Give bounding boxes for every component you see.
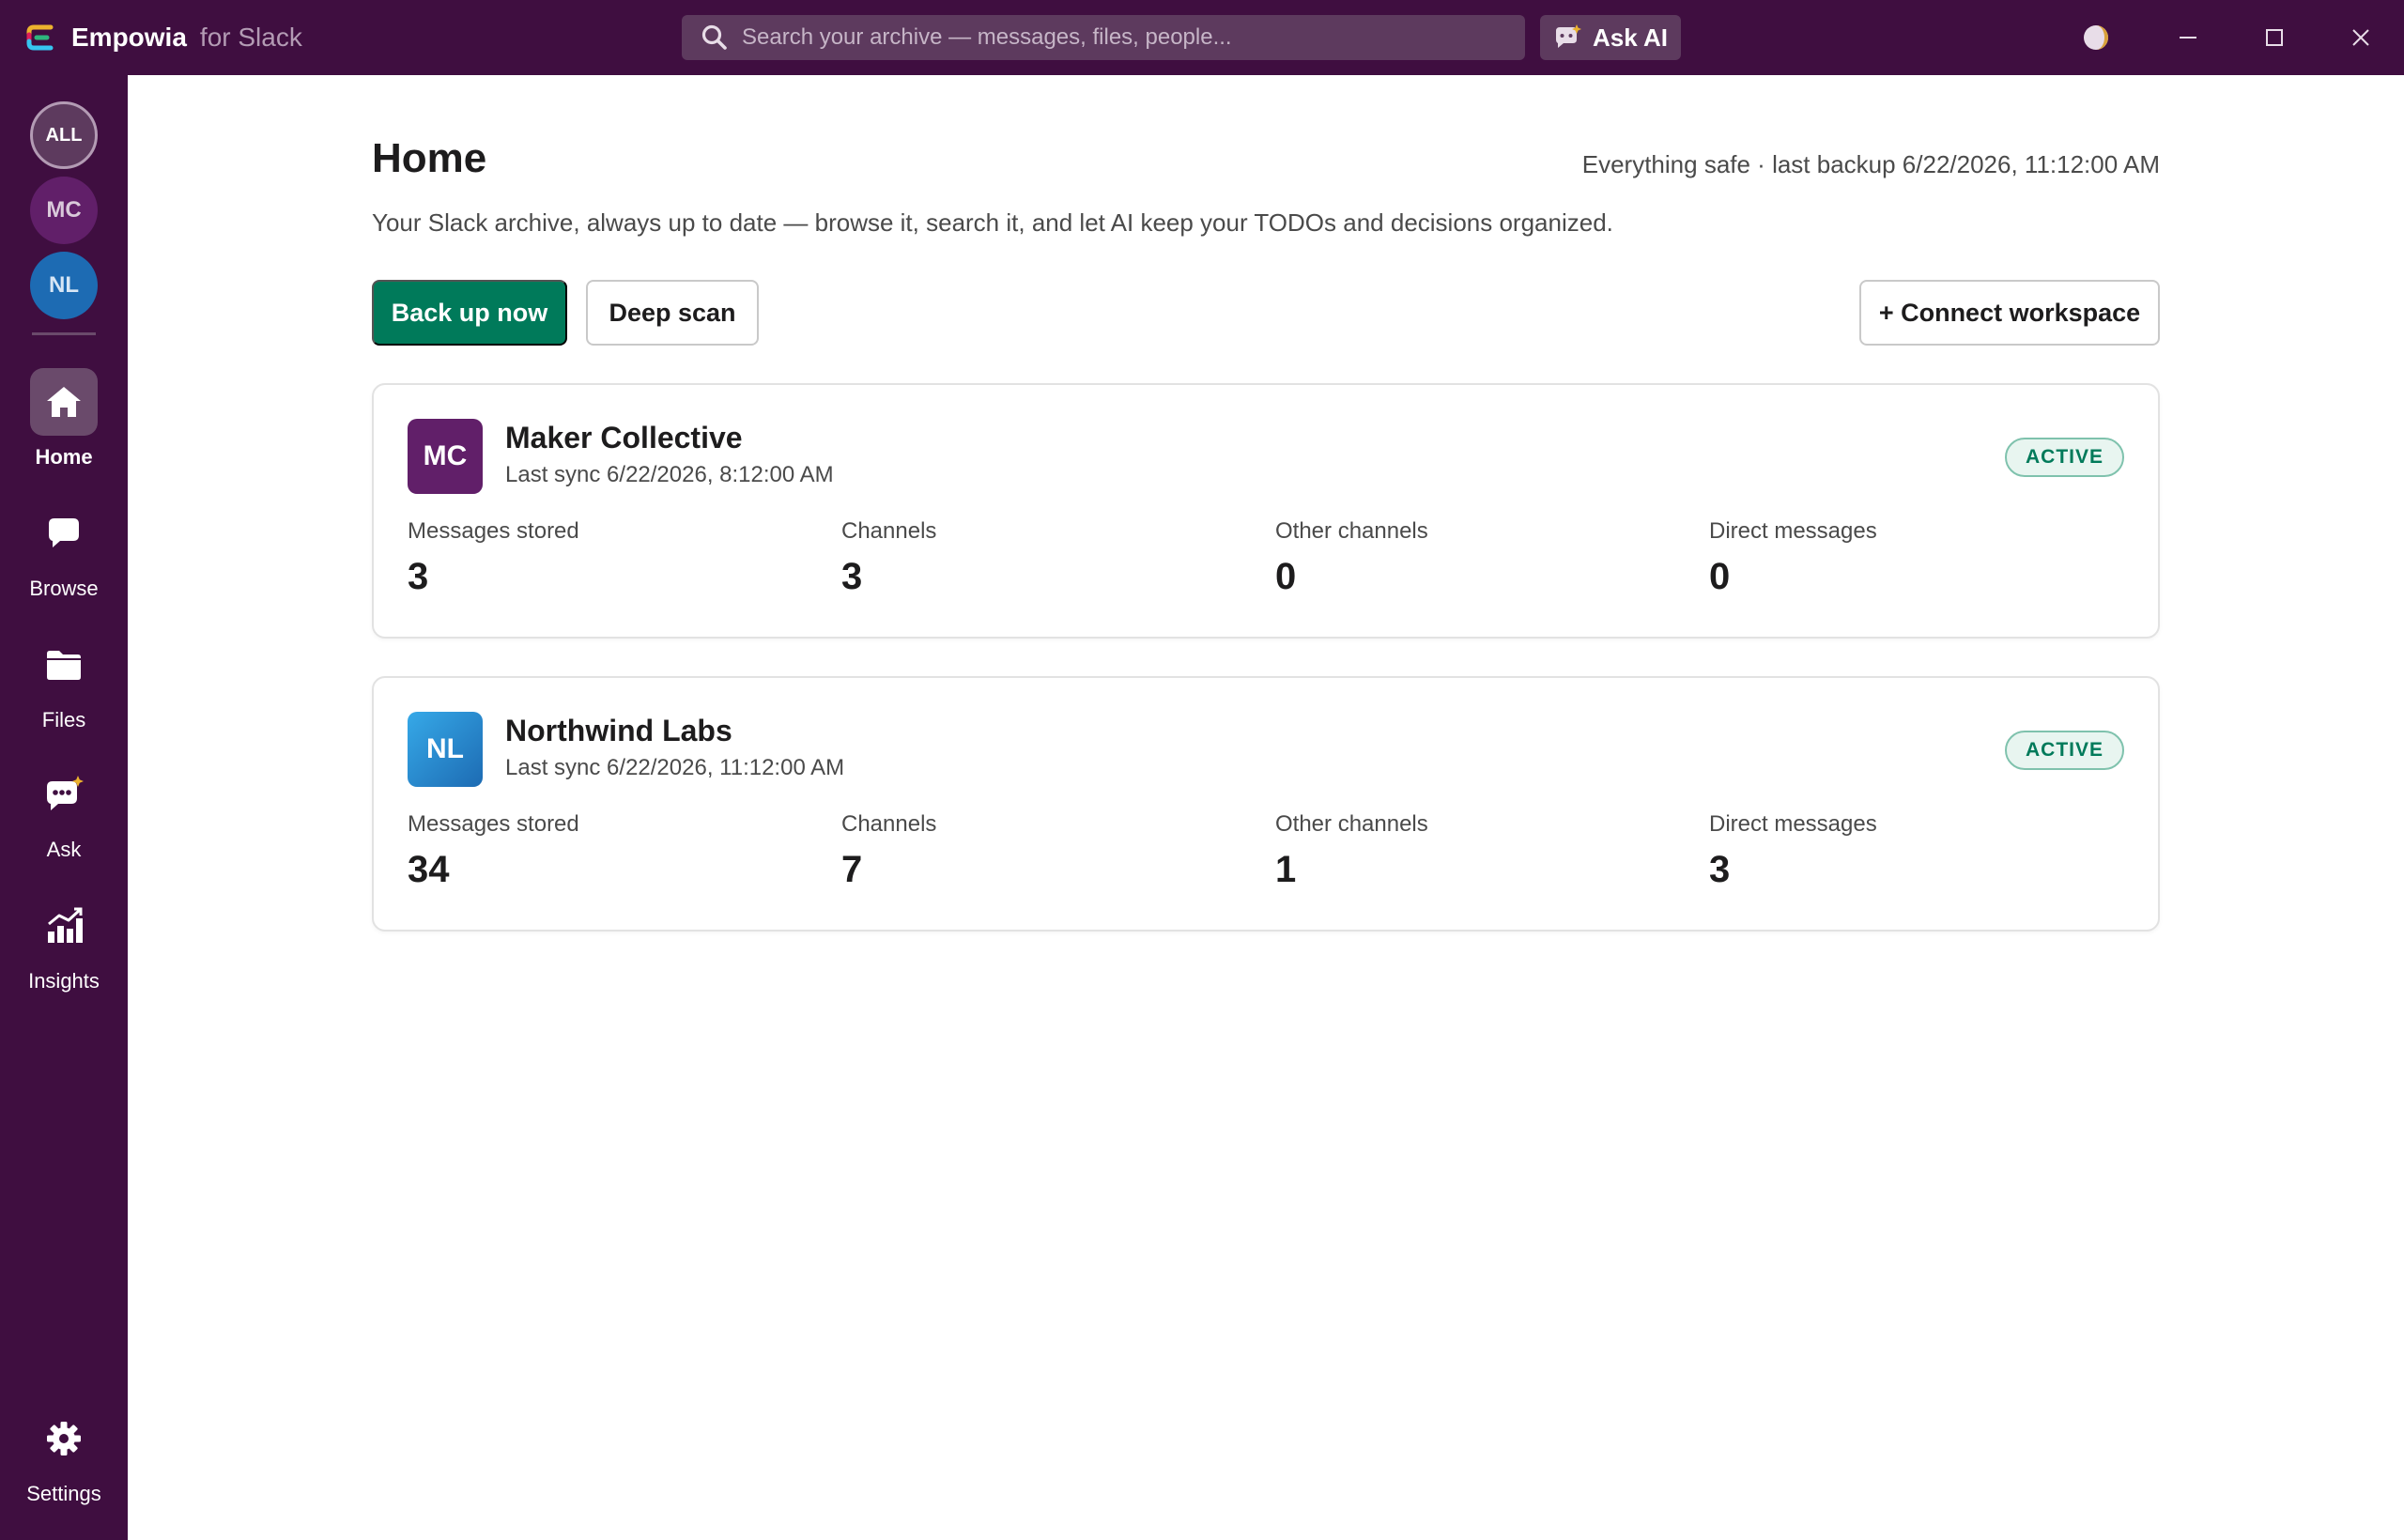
backup-status: Everything safe · last backup 6/22/2026,… bbox=[1581, 150, 2160, 178]
status-badge: ACTIVE bbox=[2004, 731, 2124, 770]
stat-other-channels: Other channels 1 bbox=[1275, 811, 1428, 891]
stat-label: Channels bbox=[841, 811, 937, 837]
connect-workspace-button[interactable]: + Connect workspace bbox=[1859, 280, 2160, 346]
nav-ask-label: Ask bbox=[46, 838, 82, 861]
stat-label: Messages stored bbox=[408, 518, 579, 544]
home-icon bbox=[47, 387, 81, 417]
nav-home-icon-wrap bbox=[30, 368, 98, 436]
nav-settings-icon-wrap bbox=[30, 1405, 98, 1472]
app-subtitle: for Slack bbox=[199, 23, 302, 52]
stat-value: 7 bbox=[841, 849, 863, 890]
nav-home-label: Home bbox=[35, 445, 93, 469]
stat-value: 0 bbox=[1709, 556, 1731, 597]
ask-ai-button[interactable]: Ask AI bbox=[1540, 15, 1681, 60]
brand: Empowia for Slack bbox=[24, 0, 302, 75]
workspace-avatar: MC bbox=[408, 419, 483, 494]
stat-value: 1 bbox=[1275, 849, 1297, 890]
stat-value: 3 bbox=[1709, 849, 1731, 890]
workspace-nl-label: NL bbox=[49, 272, 79, 298]
stat-value: 3 bbox=[841, 556, 863, 597]
empowia-logo-icon bbox=[26, 24, 54, 51]
title-bar: Empowia for Slack Ask AI bbox=[0, 0, 2404, 75]
nav-insights-label: Insights bbox=[28, 969, 100, 993]
workspace-card-maker-collective[interactable]: MC Maker Collective Last sync 6/22/2026,… bbox=[372, 383, 2160, 639]
stat-channels: Channels 7 bbox=[841, 811, 936, 891]
nav-insights[interactable]: Insights bbox=[0, 892, 128, 993]
chat-bubble-icon bbox=[49, 518, 79, 547]
close-button[interactable] bbox=[2342, 19, 2380, 56]
nav-settings-label: Settings bbox=[26, 1482, 101, 1505]
nav-settings[interactable]: Settings bbox=[0, 1405, 128, 1506]
app-name: Empowia bbox=[71, 23, 187, 52]
workspace-mc-label: MC bbox=[46, 197, 82, 223]
nav-files-label: Files bbox=[41, 708, 86, 732]
maximize-button[interactable] bbox=[2256, 19, 2293, 56]
stat-direct-messages: Direct messages 0 bbox=[1709, 518, 1877, 598]
page-subtitle: Your Slack archive, always up to date — … bbox=[372, 208, 1613, 237]
back-up-now-button[interactable]: Back up now bbox=[372, 280, 567, 346]
nav-browse-icon-wrap bbox=[30, 500, 98, 567]
nav-files[interactable]: Files bbox=[0, 631, 128, 732]
theme-toggle-icon[interactable] bbox=[2081, 23, 2111, 53]
workspace-avatar: NL bbox=[408, 712, 483, 787]
stat-value: 34 bbox=[408, 849, 450, 890]
nav-browse-label: Browse bbox=[29, 577, 99, 600]
status-badge: ACTIVE bbox=[2004, 438, 2124, 477]
ai-chat-icon bbox=[1556, 24, 1582, 48]
maximize-icon bbox=[2266, 29, 2283, 46]
workspace-all-avatar[interactable]: ALL bbox=[30, 101, 98, 169]
nav-home[interactable]: Home bbox=[0, 368, 128, 470]
stat-other-channels: Other channels 0 bbox=[1275, 518, 1428, 598]
workspace-mc-avatar[interactable]: MC bbox=[30, 177, 98, 244]
minimize-button[interactable] bbox=[2169, 19, 2207, 56]
nav-insights-icon-wrap bbox=[30, 892, 98, 960]
ask-ai-label: Ask AI bbox=[1593, 23, 1668, 52]
rail-divider bbox=[32, 332, 96, 335]
stat-direct-messages: Direct messages 3 bbox=[1709, 811, 1877, 891]
stat-label: Channels bbox=[841, 518, 937, 544]
page-title: Home bbox=[372, 135, 487, 181]
workspace-initials: MC bbox=[423, 440, 468, 471]
workspace-initials: NL bbox=[426, 733, 464, 764]
stat-messages: Messages stored 34 bbox=[408, 811, 579, 891]
workspace-all-label: ALL bbox=[45, 124, 83, 146]
stat-value: 3 bbox=[408, 556, 429, 597]
nav-ask[interactable]: Ask bbox=[0, 761, 128, 862]
stat-label: Messages stored bbox=[408, 811, 579, 837]
stat-label: Other channels bbox=[1275, 518, 1428, 544]
workspace-last-sync: Last sync 6/22/2026, 8:12:00 AM bbox=[505, 462, 834, 487]
left-rail: ALL MC NL Home Browse Files Ask Insights… bbox=[0, 75, 128, 1540]
stat-channels: Channels 3 bbox=[841, 518, 936, 598]
nav-ask-icon-wrap bbox=[30, 761, 98, 828]
stat-value: 0 bbox=[1275, 556, 1297, 597]
chart-icon bbox=[48, 907, 83, 943]
search-bar[interactable] bbox=[682, 15, 1525, 60]
close-icon bbox=[2352, 29, 2369, 46]
workspace-card-northwind-labs[interactable]: NL Northwind Labs Last sync 6/22/2026, 1… bbox=[372, 676, 2160, 932]
workspace-nl-avatar[interactable]: NL bbox=[30, 252, 98, 319]
nav-files-icon-wrap bbox=[30, 631, 98, 699]
ai-chat-icon bbox=[47, 776, 84, 810]
stat-label: Other channels bbox=[1275, 811, 1428, 837]
workspace-name: Northwind Labs bbox=[505, 714, 732, 747]
deep-scan-button[interactable]: Deep scan bbox=[586, 280, 759, 346]
search-input[interactable] bbox=[742, 24, 1493, 51]
search-icon bbox=[701, 24, 727, 50]
minimize-icon bbox=[2180, 37, 2196, 38]
workspace-name: Maker Collective bbox=[505, 421, 743, 454]
workspace-last-sync: Last sync 6/22/2026, 11:12:00 AM bbox=[505, 755, 845, 780]
stat-label: Direct messages bbox=[1709, 518, 1877, 544]
nav-browse[interactable]: Browse bbox=[0, 500, 128, 601]
folder-icon bbox=[47, 651, 81, 680]
stat-label: Direct messages bbox=[1709, 811, 1877, 837]
gear-icon bbox=[47, 1422, 81, 1455]
stat-messages: Messages stored 3 bbox=[408, 518, 579, 598]
